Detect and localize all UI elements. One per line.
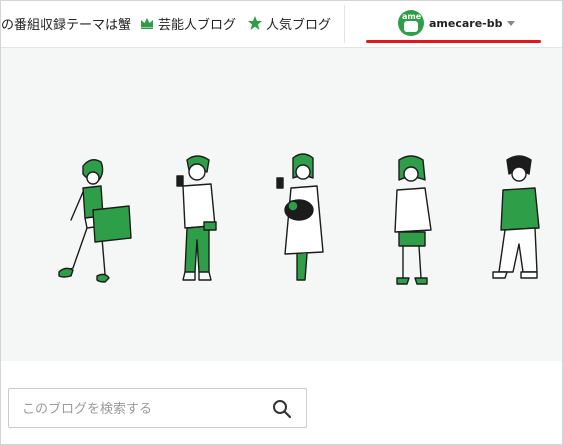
search-input[interactable] <box>20 389 264 429</box>
person-walking-with-bag <box>58 159 132 283</box>
search-icon[interactable] <box>272 399 292 419</box>
person-with-phone-right <box>492 155 540 279</box>
search-box <box>8 388 307 429</box>
person-with-baby <box>276 153 324 281</box>
person-with-drink <box>394 155 432 285</box>
people-illustration <box>58 153 540 285</box>
page-frame: の番組収録テーマは蟹 芸能人ブログ 人気ブログ ame amecare-bb こ… <box>0 0 563 445</box>
blog-search-area <box>1 361 562 444</box>
person-with-phone-man <box>176 155 217 281</box>
hero-illustration <box>1 48 562 361</box>
